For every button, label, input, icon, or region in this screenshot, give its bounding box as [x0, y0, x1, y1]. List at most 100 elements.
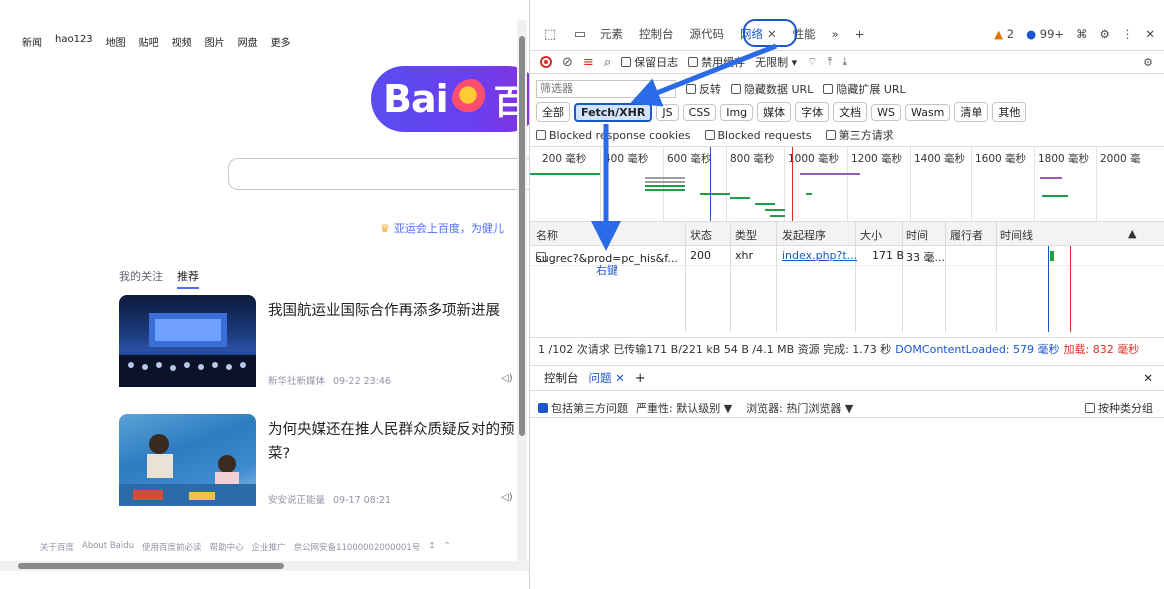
tab-recommend[interactable]: 推荐: [177, 268, 199, 289]
col-time[interactable]: 时间: [906, 227, 928, 243]
news-title[interactable]: 我国航运业国际合作再添多项新进展: [268, 299, 529, 323]
type-img[interactable]: Img: [720, 103, 754, 121]
scroll-thumb[interactable]: [18, 563, 284, 569]
nav-hao123[interactable]: hao123: [55, 34, 93, 49]
hide-data-url-checkbox[interactable]: 隐藏数据 URL: [731, 81, 813, 97]
col-status[interactable]: 状态: [690, 227, 712, 243]
type-all[interactable]: 全部: [536, 102, 570, 122]
waterfall-bar: [755, 203, 775, 205]
footer-help[interactable]: 帮助中心: [210, 541, 244, 553]
add-tab-icon[interactable]: +: [855, 27, 865, 41]
more-tabs-icon[interactable]: »: [832, 27, 839, 41]
tab-my-follow[interactable]: 我的关注: [119, 268, 163, 289]
hide-ext-url-checkbox[interactable]: 隐藏扩展 URL: [823, 81, 906, 97]
third-party-checkbox[interactable]: 第三方请求: [825, 127, 894, 143]
type-ws[interactable]: WS: [871, 103, 902, 121]
nav-tieba[interactable]: 贴吧: [139, 34, 159, 49]
col-name[interactable]: 名称: [536, 227, 558, 243]
screen: 新闻 hao123 地图 贴吧 视频 图片 网盘 更多 Bai 百 ♛ 亚运会上百…: [0, 0, 1164, 589]
news-thumbnail[interactable]: [119, 414, 256, 506]
record-icon[interactable]: [540, 56, 552, 68]
type-doc[interactable]: 文档: [833, 102, 868, 122]
col-size[interactable]: 大小: [860, 227, 882, 243]
clear-icon[interactable]: ⊘: [562, 55, 573, 70]
close-drawer-icon[interactable]: ✕: [1143, 371, 1153, 385]
tab-elements[interactable]: 元素: [600, 26, 623, 42]
vertical-scrollbar[interactable]: [517, 20, 527, 568]
preserve-log-checkbox[interactable]: 保留日志: [621, 54, 678, 70]
timeline-overview[interactable]: 200 毫秒 400 毫秒 600 毫秒 800 毫秒 1000 毫秒 1200…: [530, 146, 1164, 222]
drawer-tab-console[interactable]: 控制台: [544, 370, 579, 386]
sort-up-icon[interactable]: ▲: [1128, 227, 1136, 240]
type-other[interactable]: 其他: [992, 102, 1027, 122]
type-js[interactable]: JS: [656, 103, 679, 121]
hot-news-link[interactable]: ♛ 亚运会上百度，为健儿: [380, 220, 504, 236]
nav-map[interactable]: 地图: [106, 34, 126, 49]
type-manifest[interactable]: 清单: [954, 102, 989, 122]
footer-ads[interactable]: 企业推广: [252, 541, 286, 553]
inspect-icon[interactable]: ⬚: [540, 27, 560, 42]
nav-video[interactable]: 视频: [172, 34, 192, 49]
blocked-requests-checkbox[interactable]: Blocked requests: [704, 129, 812, 142]
news-item[interactable]: 为何央媒还在推人民群众质疑反对的预菜? 安安说正能量 09-17 08:21 ◁): [119, 414, 529, 514]
nav-more[interactable]: 更多: [271, 34, 291, 49]
group-by-kind-checkbox[interactable]: 按种类分组: [1085, 400, 1153, 416]
search-input[interactable]: [228, 158, 529, 190]
download-icon[interactable]: ⤓: [842, 55, 847, 69]
kebab-menu-icon[interactable]: ⋮: [1122, 27, 1134, 41]
type-fetch-xhr[interactable]: Fetch/XHR: [574, 102, 653, 122]
upload-icon[interactable]: ⤒: [827, 55, 832, 69]
info-badge[interactable]: ● 99+: [1026, 27, 1064, 41]
speaker-icon[interactable]: ◁): [501, 492, 513, 503]
col-waterfall[interactable]: 时间线: [1000, 227, 1033, 243]
filter-icon[interactable]: ≡: [583, 55, 594, 70]
footer-icp[interactable]: 京公网安备11000002000001号: [294, 541, 421, 553]
invert-checkbox[interactable]: 反转: [686, 81, 721, 97]
news-thumbnail[interactable]: [119, 295, 256, 387]
footer-terms[interactable]: 使用百度前必读: [142, 541, 202, 553]
disable-cache-checkbox[interactable]: 禁用缓存: [688, 54, 745, 70]
speaker-icon[interactable]: ◁): [501, 373, 513, 384]
tab-console[interactable]: 控制台: [639, 26, 674, 42]
scroll-thumb[interactable]: [519, 36, 525, 436]
device-toolbar-icon[interactable]: ▭: [570, 27, 590, 42]
severity-select[interactable]: 严重性: 默认级别 ▼: [636, 400, 732, 416]
col-type[interactable]: 类型: [735, 227, 757, 243]
nav-pan[interactable]: 网盘: [238, 34, 258, 49]
col-initiator[interactable]: 发起程序: [782, 227, 826, 243]
type-wasm[interactable]: Wasm: [905, 103, 951, 121]
type-font[interactable]: 字体: [795, 102, 830, 122]
type-css[interactable]: CSS: [682, 103, 717, 121]
blocked-cookies-checkbox[interactable]: Blocked response cookies: [536, 129, 691, 142]
chevron-up-icon[interactable]: ⌃: [443, 541, 450, 553]
news-title[interactable]: 为何央媒还在推人民群众质疑反对的预菜?: [268, 418, 529, 466]
footer-about[interactable]: 关于百度: [40, 541, 74, 553]
type-media[interactable]: 媒体: [757, 102, 792, 122]
baidu-logo[interactable]: Bai 百: [371, 66, 529, 132]
accessibility-icon[interactable]: ↥: [428, 541, 435, 553]
table-row[interactable]: sugrec?&prod=pc_his&f... 200 xhr index.p…: [530, 246, 1164, 266]
checkbox-icon: [823, 84, 834, 94]
drawer-tab-issues[interactable]: 问题 ✕: [589, 370, 625, 386]
horizontal-scrollbar[interactable]: [0, 561, 529, 571]
col-fulfilled-by[interactable]: 履行者: [950, 227, 983, 243]
search-icon[interactable]: ⌕: [604, 55, 611, 70]
close-icon[interactable]: ✕: [615, 371, 625, 385]
tab-sources[interactable]: 源代码: [690, 26, 725, 42]
add-drawer-tab-icon[interactable]: +: [635, 371, 646, 386]
browser-select[interactable]: 浏览器: 热门浏览器 ▼: [746, 400, 853, 416]
wifi-icon[interactable]: ⌔: [807, 55, 817, 69]
news-item[interactable]: 我国航运业国际合作再添多项新进展 新华社新媒体 09-22 23:46 ◁): [119, 295, 529, 395]
filter-input[interactable]: [536, 80, 676, 98]
include-third-party-checkbox[interactable]: 包括第三方问题: [538, 400, 628, 416]
request-initiator-link[interactable]: index.php?t...: [782, 249, 857, 262]
footer-about-en[interactable]: About Baidu: [82, 541, 134, 553]
nav-news[interactable]: 新闻: [22, 34, 42, 49]
network-settings-icon[interactable]: ⚙: [1143, 56, 1153, 69]
customize-icon[interactable]: ⌘: [1076, 27, 1088, 41]
gear-icon[interactable]: ⚙: [1100, 27, 1110, 41]
close-devtools-icon[interactable]: ✕: [1145, 27, 1155, 41]
warnings-badge[interactable]: ▲ 2: [994, 27, 1014, 41]
throttle-select[interactable]: 无限制 ▾: [755, 54, 797, 70]
nav-image[interactable]: 图片: [205, 34, 225, 49]
